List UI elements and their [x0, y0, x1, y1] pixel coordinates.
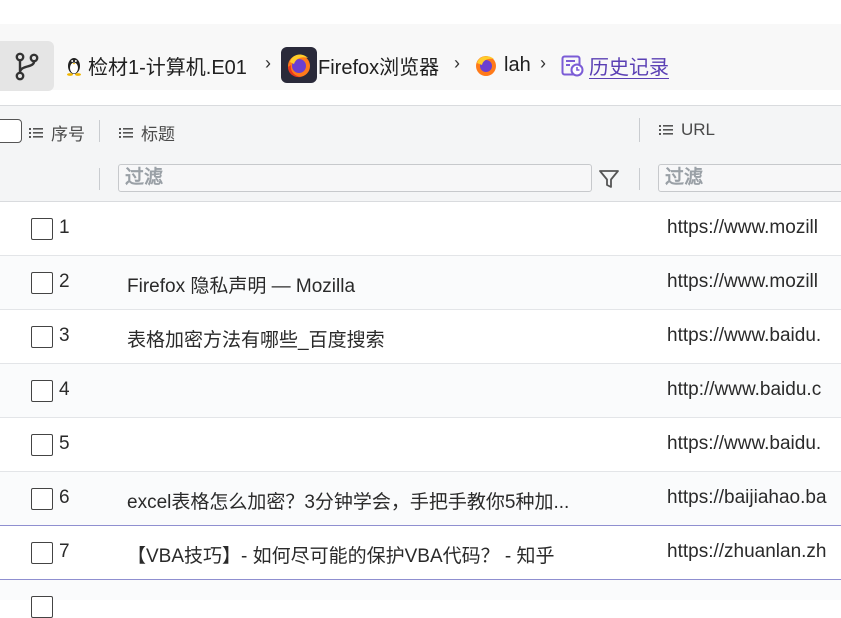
row-url: https://www.mozill: [667, 271, 818, 292]
breadcrumb-label: Firefox浏览器: [318, 56, 440, 79]
column-divider: [639, 168, 640, 190]
list-lines-icon: [659, 125, 673, 135]
column-label: 标题: [141, 125, 175, 144]
title-filter-input[interactable]: [118, 164, 592, 192]
list-lines-icon: [119, 127, 133, 138]
table-row[interactable]: 2 Firefox 隐私声明 — Mozilla https://www.moz…: [0, 256, 841, 310]
table-row[interactable]: 4 http://www.baidu.c: [0, 364, 841, 418]
row-url: http://www.baidu.c: [667, 379, 822, 400]
row-checkbox[interactable]: [31, 596, 53, 618]
row-title: 【VBA技巧】- 如何尽可能的保护VBA代码？ - 知乎: [127, 546, 555, 567]
column-label: URL: [681, 120, 716, 139]
url-filter-input[interactable]: [658, 164, 841, 192]
firefox-profile-icon: [474, 53, 498, 77]
table-row[interactable]: 3 表格加密方法有哪些_百度搜索 https://www.baidu.: [0, 310, 841, 364]
column-label: 序号: [51, 125, 85, 144]
row-checkbox[interactable]: [31, 434, 53, 456]
breadcrumb-label: 历史记录: [589, 56, 669, 79]
row-checkbox[interactable]: [31, 488, 53, 510]
select-all-checkbox[interactable]: [0, 119, 22, 143]
row-url: https://zhuanlan.zh: [667, 541, 827, 562]
list-lines-icon: [29, 127, 43, 138]
row-index: 2: [59, 271, 70, 292]
chevron-right-icon: ›: [454, 53, 460, 73]
row-checkbox[interactable]: [31, 380, 53, 402]
row-url: https://www.baidu.: [667, 325, 822, 346]
chevron-right-icon: ›: [265, 53, 271, 73]
table-header: 序号 标题 URL: [0, 105, 841, 156]
row-title: excel表格怎么加密？3分钟学会，手把手教你5种加...: [127, 492, 570, 513]
row-index: 6: [59, 487, 70, 508]
column-header-title[interactable]: 标题: [119, 120, 175, 145]
row-checkbox[interactable]: [31, 326, 53, 348]
column-divider: [99, 168, 100, 190]
top-strip: [0, 0, 841, 24]
column-divider[interactable]: [99, 120, 100, 142]
row-url: https://www.baidu.: [667, 433, 822, 454]
firefox-icon: [281, 47, 317, 83]
table-row[interactable]: 1 https://www.mozill: [0, 202, 841, 256]
linux-penguin-icon: [64, 54, 84, 76]
filter-row: [0, 155, 841, 202]
breadcrumb-item-history[interactable]: 历史记录: [561, 51, 669, 79]
branch-button[interactable]: [0, 41, 54, 91]
column-divider[interactable]: [639, 118, 640, 142]
breadcrumb: 检材1-计算机.E01 › Firefox浏览器 › lah › 历史记录: [0, 24, 841, 91]
table-row[interactable]: 5 https://www.baidu.: [0, 418, 841, 472]
chevron-right-icon: ›: [540, 53, 546, 73]
row-title: 表格加密方法有哪些_百度搜索: [127, 330, 385, 351]
history-icon: [561, 54, 584, 77]
table-row[interactable]: [0, 580, 841, 618]
row-index: 1: [59, 217, 70, 238]
column-header-url[interactable]: URL: [659, 120, 715, 140]
git-branch-icon: [15, 52, 39, 81]
row-index: 3: [59, 325, 70, 346]
column-header-index[interactable]: 序号: [29, 120, 85, 145]
row-index: 7: [59, 541, 70, 562]
row-url: https://baijiahao.ba: [667, 487, 827, 508]
row-checkbox[interactable]: [31, 542, 53, 564]
row-index: 5: [59, 433, 70, 454]
breadcrumb-label: 检材1-计算机.E01: [88, 56, 247, 79]
row-title: Firefox 隐私声明 — Mozilla: [127, 276, 356, 297]
breadcrumb-label: lah: [504, 53, 531, 76]
row-url: https://www.mozill: [667, 217, 818, 238]
table-row[interactable]: 6 excel表格怎么加密？3分钟学会，手把手教你5种加... https://…: [0, 472, 841, 526]
filter-funnel-icon[interactable]: [597, 167, 621, 196]
breadcrumb-item-firefox[interactable]: Firefox浏览器: [281, 47, 440, 83]
row-index: 4: [59, 379, 70, 400]
breadcrumb-item-evidence[interactable]: 检材1-计算机.E01: [64, 51, 247, 79]
row-checkbox[interactable]: [31, 272, 53, 294]
row-checkbox[interactable]: [31, 218, 53, 240]
table-row[interactable]: 7 【VBA技巧】- 如何尽可能的保护VBA代码？ - 知乎 https://z…: [0, 526, 841, 580]
breadcrumb-item-profile[interactable]: lah: [474, 51, 531, 79]
